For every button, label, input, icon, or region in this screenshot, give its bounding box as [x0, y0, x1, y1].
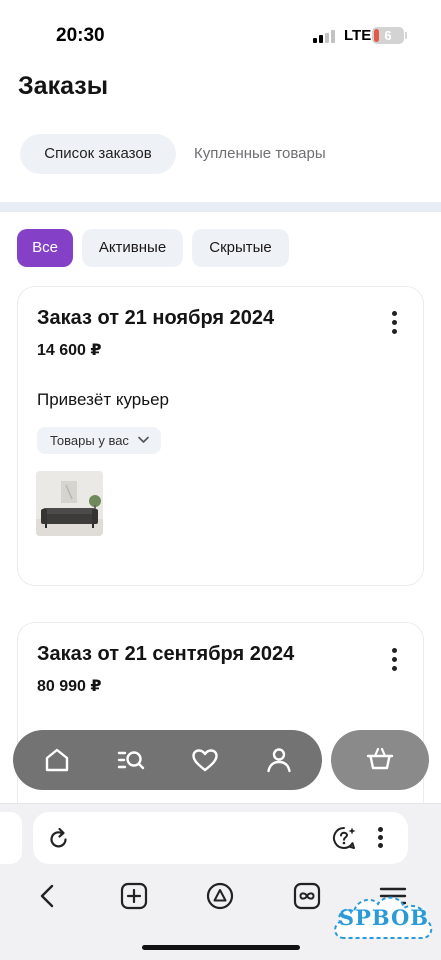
assistant-icon[interactable] — [331, 825, 357, 851]
status-bar: 20:30 LTE 6 — [0, 0, 441, 70]
home-icon[interactable] — [40, 743, 74, 777]
network-label: LTE — [344, 27, 372, 44]
back-icon[interactable] — [33, 881, 63, 911]
sofa-photo-icon — [36, 471, 103, 536]
bottom-nav — [13, 730, 322, 790]
watermark-badge: SPBOB — [330, 888, 438, 950]
goods-dropdown-label: Товары у вас — [50, 433, 129, 448]
delivery-status: Привезёт курьер — [37, 390, 170, 409]
watermark-text: SPBOB — [338, 905, 430, 930]
product-thumbnail[interactable] — [36, 471, 103, 536]
page-title: Заказы — [18, 72, 109, 100]
order-menu-icon[interactable] — [390, 648, 398, 672]
heart-icon[interactable] — [188, 743, 222, 777]
profile-icon[interactable] — [262, 743, 296, 777]
reload-icon[interactable] — [48, 826, 70, 850]
home-indicator — [142, 945, 300, 950]
filter-active[interactable]: Активные — [82, 229, 183, 267]
previous-tab-stub[interactable] — [0, 812, 22, 864]
catalog-search-icon[interactable] — [114, 743, 148, 777]
new-tab-icon[interactable] — [119, 881, 149, 911]
order-title: Заказ от 21 ноября 2024 — [37, 307, 275, 329]
goods-dropdown[interactable]: Товары у вас — [37, 427, 161, 454]
filter-hidden[interactable]: Скрытые — [192, 229, 289, 267]
tabs-icon[interactable] — [292, 881, 322, 911]
cart-button[interactable] — [331, 730, 429, 790]
order-title: Заказ от 21 сентября 2024 — [37, 643, 295, 665]
battery-level: 6 — [384, 28, 392, 43]
basket-icon — [366, 747, 394, 770]
battery-icon: 6 — [372, 27, 404, 44]
tab-order-list[interactable]: Список заказов — [20, 134, 176, 174]
filter-all[interactable]: Все — [17, 229, 73, 267]
order-price: 80 990 ₽ — [37, 678, 102, 695]
order-card[interactable]: Заказ от 21 ноября 2024 14 600 ₽ Привезё… — [17, 286, 424, 586]
alice-icon[interactable] — [205, 881, 235, 911]
order-price: 14 600 ₽ — [37, 342, 102, 359]
order-card[interactable]: Заказ от 21 сентября 2024 80 990 ₽ — [17, 622, 424, 822]
signal-icon — [313, 30, 335, 43]
order-menu-icon[interactable] — [390, 311, 398, 335]
chevron-down-icon — [138, 436, 149, 443]
status-time: 20:30 — [56, 25, 105, 46]
tab-purchased-goods[interactable]: Купленные товары — [194, 134, 326, 174]
section-divider — [0, 202, 441, 212]
more-options-icon[interactable] — [377, 827, 385, 849]
